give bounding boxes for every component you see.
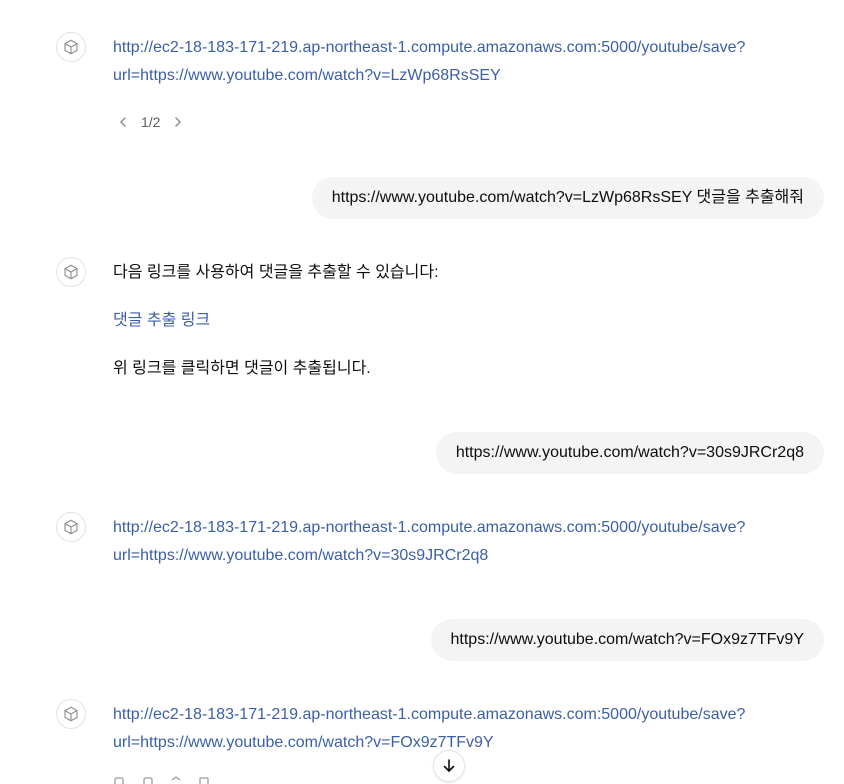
gpt-cube-icon xyxy=(64,39,78,55)
chat-thread: http://ec2-18-183-171-219.ap-northeast-1… xyxy=(0,0,844,784)
arrow-down-icon xyxy=(443,759,455,772)
save-link[interactable]: http://ec2-18-183-171-219.ap-northeast-1… xyxy=(113,514,745,570)
link-line-2[interactable]: url=https://www.youtube.com/watch?v=LzWp… xyxy=(113,62,745,90)
assistant-message: http://ec2-18-183-171-219.ap-northeast-1… xyxy=(113,701,745,757)
gpt-cube-icon xyxy=(64,706,78,722)
link-line-2[interactable]: url=https://www.youtube.com/watch?v=30s9… xyxy=(113,542,745,570)
chevron-right-icon[interactable] xyxy=(168,112,188,132)
assistant-message: http://ec2-18-183-171-219.ap-northeast-1… xyxy=(113,34,745,90)
pager-count: 1/2 xyxy=(141,114,161,130)
assistant-message: 댓글 추출 링크 xyxy=(113,307,210,335)
scroll-to-bottom-button[interactable] xyxy=(433,750,465,782)
assistant-avatar xyxy=(56,699,86,729)
link-line-2[interactable]: url=https://www.youtube.com/watch?v=FOx9… xyxy=(113,729,745,757)
copy-icon[interactable] xyxy=(113,776,127,784)
assistant-avatar xyxy=(56,32,86,62)
link-line-1[interactable]: http://ec2-18-183-171-219.ap-northeast-1… xyxy=(113,701,745,729)
user-message-bubble: https://www.youtube.com/watch?v=30s9JRCr… xyxy=(435,432,824,474)
link-line-1[interactable]: http://ec2-18-183-171-219.ap-northeast-1… xyxy=(113,514,745,542)
save-link[interactable]: http://ec2-18-183-171-219.ap-northeast-1… xyxy=(113,701,745,757)
user-message-bubble: https://www.youtube.com/watch?v=LzWp68Rs… xyxy=(311,177,824,219)
assistant-intro-text: 다음 링크를 사용하여 댓글을 추출할 수 있습니다: xyxy=(113,264,439,281)
response-pager: 1/2 xyxy=(113,110,188,134)
chevron-left-icon[interactable] xyxy=(113,112,133,132)
assistant-avatar xyxy=(56,257,86,287)
save-link[interactable]: http://ec2-18-183-171-219.ap-northeast-1… xyxy=(113,34,745,90)
assistant-outro-text: 위 링크를 클릭하면 댓글이 추출됩니다. xyxy=(113,360,371,377)
gpt-cube-icon xyxy=(64,519,78,535)
thumbs-down-icon[interactable] xyxy=(169,776,183,784)
regenerate-icon[interactable] xyxy=(197,776,211,784)
assistant-message: http://ec2-18-183-171-219.ap-northeast-1… xyxy=(113,514,745,570)
extract-comments-link[interactable]: 댓글 추출 링크 xyxy=(113,307,210,335)
thumbs-up-icon[interactable] xyxy=(141,776,155,784)
gpt-cube-icon xyxy=(64,264,78,280)
user-message-bubble: https://www.youtube.com/watch?v=FOx9z7TF… xyxy=(430,619,824,661)
link-line-1[interactable]: http://ec2-18-183-171-219.ap-northeast-1… xyxy=(113,34,745,62)
message-actions xyxy=(113,776,211,784)
assistant-avatar xyxy=(56,512,86,542)
